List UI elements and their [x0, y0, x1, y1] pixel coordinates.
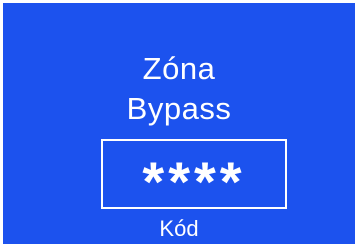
screen-title-line-1: Zóna: [142, 51, 216, 86]
keypad-display: Zóna Bypass **** Kód: [0, 0, 359, 244]
masked-code-value: ****: [142, 150, 246, 213]
screen-title-line-2: Bypass: [126, 91, 232, 126]
code-field-label: Kód: [159, 216, 199, 241]
code-entry-field[interactable]: ****: [101, 139, 287, 213]
